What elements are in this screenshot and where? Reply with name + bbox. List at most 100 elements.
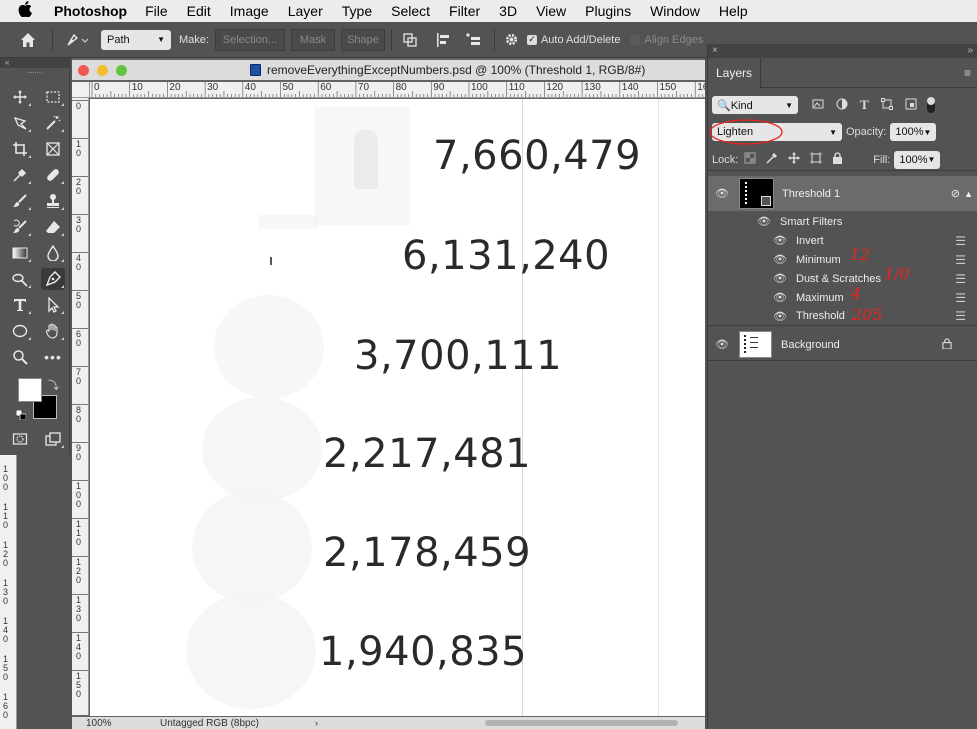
smart-filter-minimum[interactable]: 👁 Minimum ☰	[708, 250, 977, 269]
smart-filter-maximum[interactable]: 👁 Maximum ☰	[708, 288, 977, 307]
quick-mask-icon[interactable]	[8, 428, 32, 450]
vertical-ruler[interactable]: 0 10 20 30 40 50 60 70 80 90 100 110 120 130 140 150	[72, 98, 89, 715]
panel-collapse-icon[interactable]: »	[967, 44, 973, 58]
filter-adjustment-icon[interactable]	[836, 98, 848, 113]
menu-filter[interactable]: Filter	[449, 3, 480, 19]
menu-file[interactable]: File	[145, 3, 168, 19]
eraser-tool-icon[interactable]	[41, 216, 65, 238]
more-tools-icon[interactable]: •••	[41, 346, 65, 368]
pen-tool-preset-icon[interactable]	[59, 29, 95, 51]
filter-blending-options-icon[interactable]: ☰	[955, 291, 966, 305]
visibility-eye-icon[interactable]: 👁	[772, 234, 788, 247]
layer-row-threshold-1[interactable]: 👁 Threshold 1 ⊘ ▲	[708, 176, 977, 211]
magic-wand-tool-icon[interactable]	[41, 112, 65, 134]
mode-select[interactable]: Path ▼	[101, 29, 171, 50]
gear-icon[interactable]	[501, 29, 523, 51]
lock-artboard-icon[interactable]	[810, 152, 823, 167]
make-selection-button[interactable]: Selection...	[214, 28, 285, 51]
filter-pixel-icon[interactable]	[812, 98, 824, 113]
menu-edit[interactable]: Edit	[187, 3, 211, 19]
lock-all-icon[interactable]	[832, 152, 843, 167]
path-arrangement-icon[interactable]	[458, 29, 488, 51]
visibility-eye-icon[interactable]: 👁	[772, 291, 788, 304]
visibility-eye-icon[interactable]: 👁	[772, 253, 788, 266]
marquee-tool-icon[interactable]	[41, 86, 65, 108]
visibility-eye-icon[interactable]: 👁	[714, 338, 730, 351]
minimize-window-button[interactable]	[97, 65, 108, 76]
brush-tool-icon[interactable]	[8, 190, 32, 212]
home-icon[interactable]	[10, 29, 46, 51]
make-mask-button[interactable]: Mask	[290, 28, 335, 51]
lock-icon[interactable]	[942, 337, 952, 352]
menu-view[interactable]: View	[536, 3, 566, 19]
filter-type-icon[interactable]: T	[860, 97, 869, 113]
ellipse-tool-icon[interactable]	[8, 320, 32, 342]
filter-kind-select[interactable]: 🔍Kind ▼	[712, 96, 798, 114]
menu-layer[interactable]: Layer	[288, 3, 323, 19]
foreground-color-swatch[interactable]	[18, 378, 42, 402]
lock-transparent-icon[interactable]	[744, 152, 756, 167]
visibility-eye-icon[interactable]: 👁	[772, 272, 788, 285]
filter-name[interactable]: Maximum	[796, 292, 844, 304]
history-brush-tool-icon[interactable]	[8, 216, 32, 238]
toolbox-grip[interactable]	[28, 72, 42, 74]
apple-icon[interactable]	[18, 1, 40, 21]
path-alignment-icon[interactable]	[428, 29, 458, 51]
lasso-tool-icon[interactable]	[8, 112, 32, 134]
make-shape-button[interactable]: Shape	[340, 28, 385, 51]
menu-plugins[interactable]: Plugins	[585, 3, 631, 19]
layer-name[interactable]: Threshold 1	[782, 188, 840, 200]
tab-layers[interactable]: Layers	[708, 57, 762, 88]
filter-blending-options-icon[interactable]: ☰	[955, 272, 966, 286]
frame-tool-icon[interactable]	[41, 138, 65, 160]
menu-select[interactable]: Select	[391, 3, 430, 19]
visibility-eye-icon[interactable]: 👁	[756, 215, 772, 228]
layer-thumbnail[interactable]	[739, 178, 774, 209]
document-title-bar[interactable]: removeEverythingExceptNumbers.psd @ 100%…	[72, 60, 705, 80]
smart-filter-invert[interactable]: 👁 Invert ☰	[708, 231, 977, 250]
horizontal-ruler[interactable]: 0 10 20 30 40 50 60 70 80 90 100 110 120 130 140 150 160	[90, 82, 705, 98]
filter-blending-options-icon[interactable]: ☰	[955, 253, 966, 267]
ruler-origin[interactable]	[72, 82, 90, 98]
visibility-eye-icon[interactable]: 👁	[772, 310, 788, 323]
menu-3d[interactable]: 3D	[499, 3, 517, 19]
hand-tool-icon[interactable]	[41, 320, 65, 342]
toolbox-collapse-icon[interactable]: «	[0, 58, 69, 68]
chevron-up-icon[interactable]: ▲	[964, 189, 973, 199]
layer-row-background[interactable]: 👁 Background	[708, 329, 977, 361]
gradient-tool-icon[interactable]	[8, 242, 32, 264]
fill-input[interactable]: 100% ▼	[894, 150, 941, 169]
smart-filters-row[interactable]: 👁 Smart Filters	[708, 212, 977, 231]
zoom-level[interactable]: 100%	[86, 718, 146, 729]
path-selection-tool-icon[interactable]	[41, 294, 65, 316]
filter-name[interactable]: Minimum	[796, 254, 841, 266]
filter-name[interactable]: Dust & Scratches	[796, 273, 881, 285]
panel-close-icon[interactable]: ×»	[708, 44, 977, 58]
screen-mode-icon[interactable]	[41, 428, 65, 450]
path-operations-icon[interactable]	[398, 29, 422, 51]
opacity-input[interactable]: 100% ▼	[890, 123, 937, 141]
align-edges-checkbox[interactable]	[630, 34, 641, 45]
canvas[interactable]: 7,660,479 6,131,240 3,700,111 2,217,481 …	[90, 99, 705, 716]
filter-name[interactable]: Invert	[796, 235, 824, 247]
default-colors-icon[interactable]	[15, 407, 27, 421]
visibility-eye-icon[interactable]: 👁	[714, 187, 730, 200]
filter-name[interactable]: Threshold	[796, 310, 845, 322]
filter-blending-options-icon[interactable]: ☰	[955, 234, 966, 248]
menu-app-name[interactable]: Photoshop	[54, 3, 127, 19]
healing-brush-tool-icon[interactable]	[41, 164, 65, 186]
crop-tool-icon[interactable]	[8, 138, 32, 160]
chevron-right-icon[interactable]: ›	[315, 718, 318, 728]
menu-image[interactable]: Image	[230, 3, 269, 19]
zoom-window-button[interactable]	[116, 65, 127, 76]
zoom-tool-icon[interactable]	[8, 346, 32, 368]
smart-filter-dust-scratches[interactable]: 👁 Dust & Scratches ☰	[708, 269, 977, 288]
filter-smart-object-icon[interactable]	[905, 98, 917, 113]
swap-colors-icon[interactable]: ⤵	[48, 377, 59, 393]
blur-tool-icon[interactable]	[41, 242, 65, 264]
eyedropper-tool-icon[interactable]	[8, 164, 32, 186]
panel-menu-icon[interactable]: ≡	[964, 66, 971, 80]
auto-add-delete-checkbox[interactable]: ✓	[526, 34, 537, 45]
filter-toggle-switch[interactable]	[926, 97, 935, 113]
move-tool-icon[interactable]	[8, 86, 32, 108]
